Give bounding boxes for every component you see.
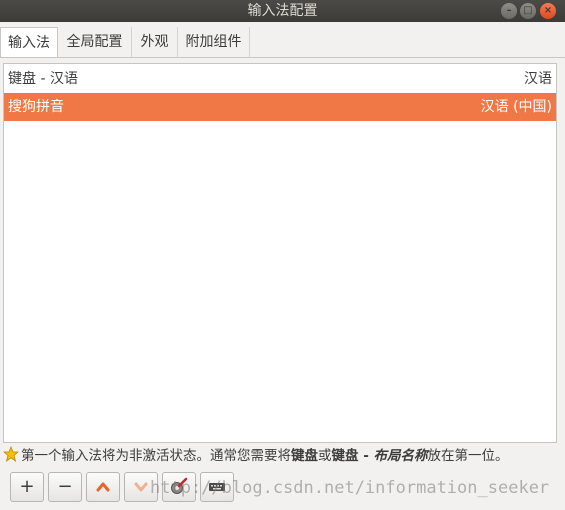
maximize-button[interactable]: □ <box>520 3 536 19</box>
tab-global-config[interactable]: 全局配置 <box>58 27 132 58</box>
configure-icon <box>171 477 188 494</box>
list-item-selected[interactable]: 搜狗拼音 汉语 (中国) <box>4 93 556 121</box>
close-button[interactable]: × <box>540 3 556 19</box>
input-method-language: 汉语 <box>524 71 552 87</box>
keyboard-icon <box>209 483 225 491</box>
input-method-language: 汉语 (中国) <box>480 99 552 115</box>
star-icon <box>3 446 19 462</box>
move-up-button[interactable] <box>86 472 120 502</box>
remove-button[interactable]: − <box>48 472 82 502</box>
hint-keyboard: 键盘 <box>291 448 318 464</box>
minimize-button[interactable]: – <box>501 3 517 19</box>
input-method-name: 搜狗拼音 <box>8 99 64 115</box>
tab-input-method[interactable]: 输入法 <box>0 27 58 58</box>
tab-addons[interactable]: 附加组件 <box>178 27 250 58</box>
hint-text: 第一个输入法将为非激活状态。通常您需要将键盘或键盘 - 布局名称放在第一位。 <box>3 445 509 467</box>
hint-layout-name: 布局名称 <box>373 448 428 464</box>
move-down-button[interactable] <box>124 472 158 502</box>
chevron-up-icon <box>96 482 110 492</box>
toolbar: + − <box>0 470 565 508</box>
keyboard-layout-button[interactable] <box>200 472 234 502</box>
window-title: 输入法配置 <box>247 3 318 19</box>
hint-prefix: 第一个输入法将为非激活状态。通常您需要将 <box>21 448 291 464</box>
hint-suffix: 放在第一位。 <box>427 448 509 464</box>
input-method-list[interactable]: 键盘 - 汉语 汉语 搜狗拼音 汉语 (中国) <box>3 63 557 443</box>
tab-appearance[interactable]: 外观 <box>132 27 178 58</box>
hint-keyboard-dash: 键盘 - <box>331 448 374 464</box>
configure-button[interactable] <box>162 472 196 502</box>
tab-bar: 输入法 全局配置 外观 附加组件 <box>0 27 565 58</box>
tab-divider <box>0 57 565 58</box>
list-item[interactable]: 键盘 - 汉语 汉语 <box>4 65 556 93</box>
chevron-down-icon <box>134 482 148 492</box>
hint-or: 或 <box>318 448 332 464</box>
input-method-name: 键盘 - 汉语 <box>8 71 78 87</box>
add-button[interactable]: + <box>10 472 44 502</box>
window-titlebar: 输入法配置 – □ × <box>0 0 565 22</box>
